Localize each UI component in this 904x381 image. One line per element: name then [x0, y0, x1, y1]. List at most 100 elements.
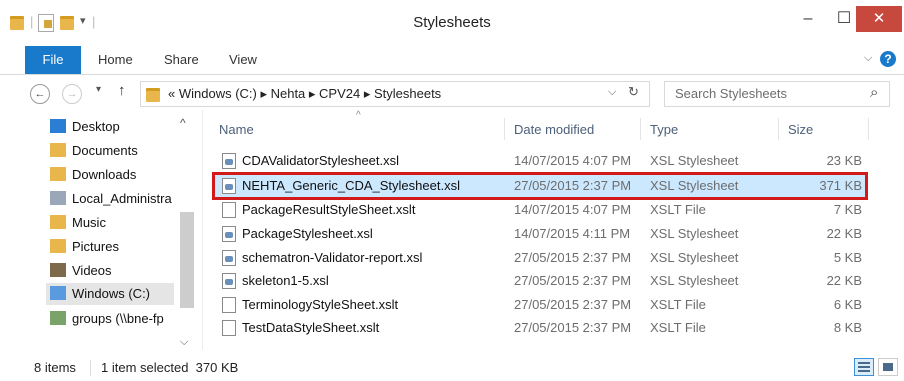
file-row-selected[interactable]: NEHTA_Generic_CDA_Stylesheet.xsl 27/05/2… — [212, 172, 868, 200]
address-dropdown-icon[interactable]: ⌵ — [608, 86, 616, 99]
file-size: 7 KB — [833, 202, 862, 217]
file-date: 27/05/2015 2:37 PM — [514, 320, 632, 335]
nav-item-local-administrator[interactable]: Local_Administra — [50, 188, 178, 210]
up-button[interactable]: ↑ — [118, 82, 126, 99]
help-icon[interactable]: ? — [880, 51, 896, 67]
close-button[interactable]: ✕ — [856, 6, 902, 32]
back-button[interactable]: ← — [30, 84, 50, 104]
file-size: 23 KB — [826, 153, 862, 168]
scroll-thumb[interactable] — [180, 212, 194, 308]
properties-icon[interactable] — [38, 14, 54, 32]
pane-divider[interactable] — [202, 110, 203, 350]
file-type: XSLT File — [650, 297, 706, 312]
file-name: skeleton1-5.xsl — [242, 273, 329, 288]
network-drive-icon — [50, 311, 66, 325]
file-date: 14/07/2015 4:07 PM — [514, 202, 632, 217]
nav-item-windows-c[interactable]: Windows (C:) — [50, 283, 150, 305]
file-name: NEHTA_Generic_CDA_Stylesheet.xsl — [242, 178, 460, 193]
nav-item-groups[interactable]: groups (\\bne-fp — [50, 308, 178, 330]
address-path[interactable]: « Windows (C:) ▸ Nehta ▸ CPV24 ▸ Stylesh… — [168, 81, 441, 107]
videos-icon — [50, 263, 66, 277]
folder-icon[interactable] — [10, 16, 24, 30]
status-selection: 1 item selected 370 KB — [101, 360, 239, 375]
desktop-icon — [50, 119, 66, 133]
tab-file[interactable]: File — [25, 46, 81, 74]
file-row[interactable]: PackageStylesheet.xsl 14/07/2015 4:11 PM… — [212, 223, 868, 245]
xsl-file-icon — [222, 273, 236, 289]
pictures-icon — [50, 239, 66, 253]
file-size: 371 KB — [819, 178, 862, 193]
file-icon — [222, 320, 236, 336]
music-icon — [50, 215, 66, 229]
scroll-down-icon[interactable]: ⌵ — [180, 336, 188, 349]
file-type: XSLT File — [650, 202, 706, 217]
drive-icon — [50, 286, 66, 300]
nav-item-music[interactable]: Music — [50, 212, 106, 234]
scroll-up-icon[interactable]: ^ — [180, 116, 186, 130]
details-view-icon[interactable] — [854, 358, 874, 376]
xsl-file-icon — [222, 153, 236, 169]
file-name: TerminologyStyleSheet.xslt — [242, 297, 399, 312]
file-type: XSL Stylesheet — [650, 273, 739, 288]
file-row[interactable]: TestDataStyleSheet.xslt 27/05/2015 2:37 … — [212, 317, 868, 339]
folder-icon — [146, 88, 160, 102]
file-type: XSL Stylesheet — [650, 178, 739, 193]
window-title: Stylesheets — [413, 14, 491, 31]
column-divider[interactable] — [868, 118, 869, 140]
tab-view[interactable]: View — [229, 46, 257, 74]
file-row[interactable]: CDAValidatorStylesheet.xsl 14/07/2015 4:… — [212, 150, 868, 172]
nav-item-downloads[interactable]: Downloads — [50, 164, 136, 186]
file-type: XSL Stylesheet — [650, 226, 739, 241]
file-icon — [222, 297, 236, 313]
search-placeholder: Search Stylesheets — [675, 86, 788, 101]
new-folder-icon[interactable] — [60, 16, 74, 30]
nav-item-pictures[interactable]: Pictures — [50, 236, 119, 258]
tab-share[interactable]: Share — [164, 46, 199, 74]
xsl-file-icon — [222, 178, 236, 194]
column-date-modified[interactable]: Date modified — [514, 118, 594, 142]
recent-locations-icon[interactable]: ▾ — [96, 84, 101, 95]
file-size: 8 KB — [833, 320, 862, 335]
customize-toolbar-icon[interactable]: ▾ — [80, 14, 86, 27]
file-size: 22 KB — [826, 226, 862, 241]
column-divider[interactable] — [778, 118, 779, 140]
sort-ascending-icon: ^ — [356, 110, 361, 121]
nav-item-documents[interactable]: Documents — [50, 140, 138, 162]
file-size: 22 KB — [826, 273, 862, 288]
file-name: PackageResultStyleSheet.xslt — [242, 202, 416, 217]
large-icons-view-icon[interactable] — [878, 358, 898, 376]
ribbon — [0, 46, 904, 75]
file-icon — [222, 202, 236, 218]
user-folder-icon — [50, 191, 66, 205]
nav-item-desktop[interactable]: Desktop — [50, 116, 120, 138]
file-row[interactable]: skeleton1-5.xsl 27/05/2015 2:37 PM XSL S… — [212, 270, 868, 292]
downloads-icon — [50, 167, 66, 181]
column-divider[interactable] — [504, 118, 505, 140]
forward-button[interactable]: → — [62, 84, 82, 104]
file-row[interactable]: TerminologyStyleSheet.xslt 27/05/2015 2:… — [212, 294, 868, 316]
file-date: 27/05/2015 2:37 PM — [514, 250, 632, 265]
column-size[interactable]: Size — [788, 118, 813, 142]
column-divider[interactable] — [640, 118, 641, 140]
file-type: XSL Stylesheet — [650, 250, 739, 265]
column-name[interactable]: Name — [219, 118, 254, 142]
file-date: 27/05/2015 2:37 PM — [514, 178, 632, 193]
file-row[interactable]: PackageResultStyleSheet.xslt 14/07/2015 … — [212, 199, 868, 221]
file-size: 6 KB — [833, 297, 862, 312]
refresh-icon[interactable]: ↻ — [628, 84, 639, 100]
expand-ribbon-icon[interactable]: ⌵ — [864, 52, 872, 65]
toolbar-divider: | — [92, 14, 96, 29]
tab-home[interactable]: Home — [98, 46, 133, 74]
file-name: schematron-Validator-report.xsl — [242, 250, 423, 265]
file-date: 14/07/2015 4:11 PM — [514, 226, 631, 241]
file-date: 27/05/2015 2:37 PM — [514, 297, 632, 312]
toolbar-divider: | — [30, 14, 34, 29]
xsl-file-icon — [222, 226, 236, 242]
file-date: 14/07/2015 4:07 PM — [514, 153, 632, 168]
file-row[interactable]: schematron-Validator-report.xsl 27/05/20… — [212, 247, 868, 269]
nav-item-videos[interactable]: Videos — [50, 260, 112, 282]
xsl-file-icon — [222, 250, 236, 266]
file-type: XSLT File — [650, 320, 706, 335]
column-type[interactable]: Type — [650, 118, 678, 142]
search-icon[interactable]: ⌕ — [870, 84, 878, 101]
